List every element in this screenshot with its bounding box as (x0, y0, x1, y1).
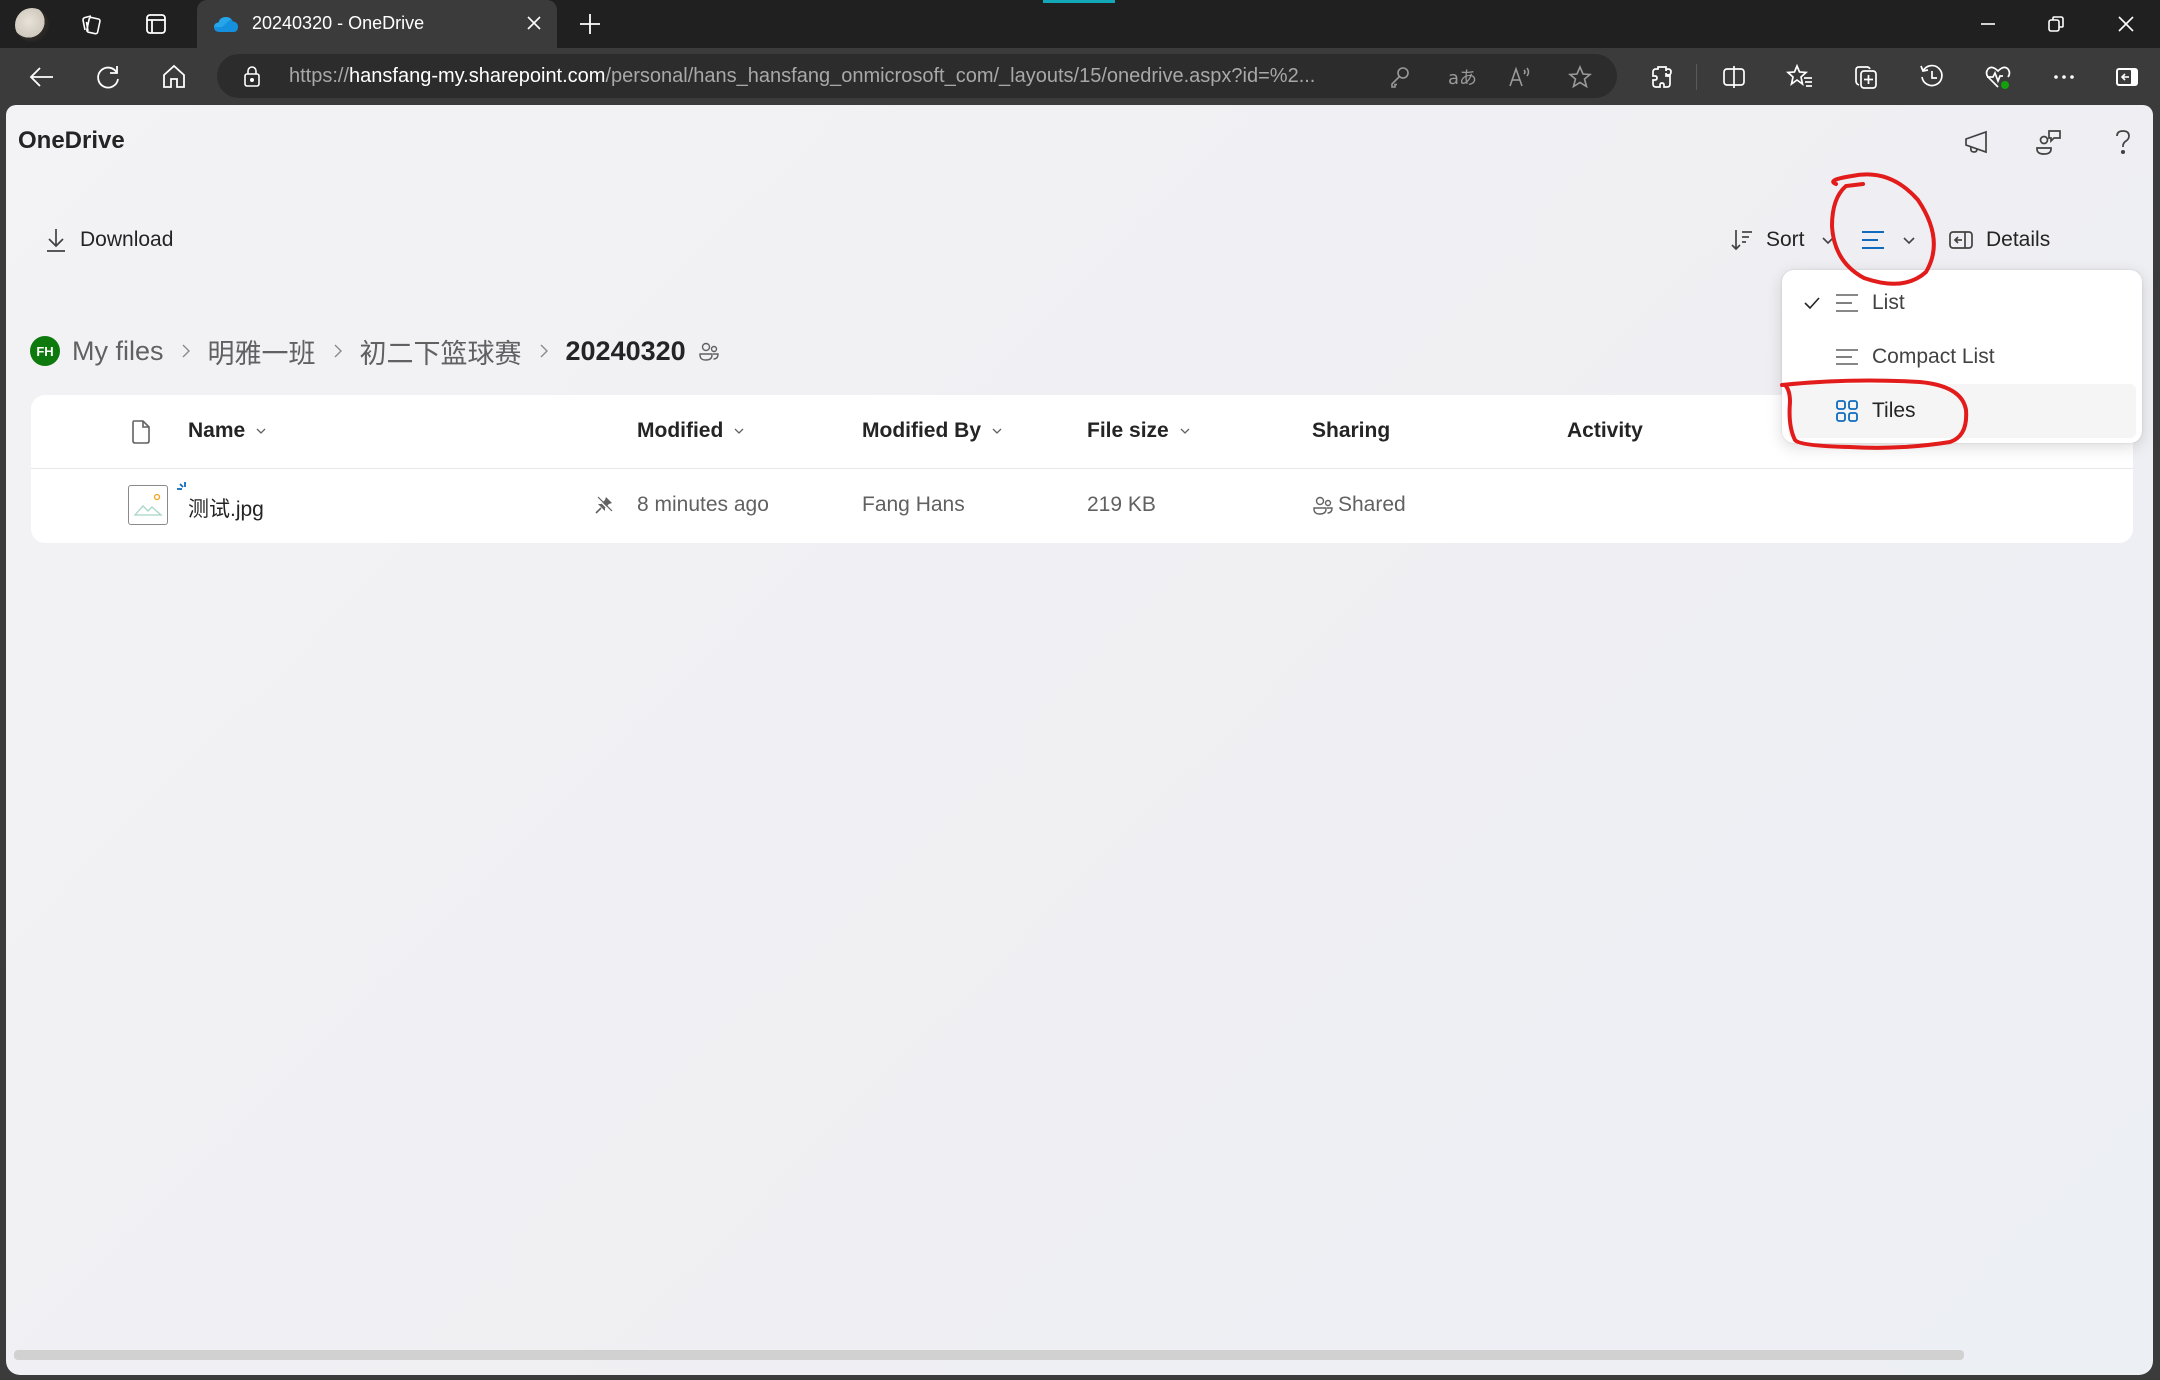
onedrive-cloud-icon (213, 15, 239, 33)
favorites-icon[interactable] (1785, 62, 1815, 92)
horizontal-scrollbar[interactable] (14, 1350, 1964, 1360)
sort-button[interactable]: Sort (1730, 225, 1835, 255)
extensions-icon[interactable] (1647, 62, 1677, 92)
column-header-modified[interactable]: Modified (637, 419, 745, 443)
view-options-menu: List Compact List Tiles (1782, 270, 2142, 443)
split-screen-icon[interactable] (1719, 62, 1749, 92)
active-tab[interactable]: 20240320 - OneDrive (197, 0, 557, 48)
breadcrumb-item-folder[interactable]: 初二下篮球赛 (360, 332, 522, 371)
download-button[interactable]: Download (44, 225, 173, 255)
toolbar-divider (1696, 64, 1697, 90)
password-key-icon[interactable] (1387, 64, 1413, 90)
people-chat-icon[interactable] (2034, 127, 2064, 157)
checkmark-icon (1804, 297, 1820, 310)
image-thumbnail-icon (128, 485, 168, 525)
sharing-status: Shared (1338, 493, 1406, 516)
vertical-tabs-icon[interactable] (142, 10, 170, 38)
menu-item-list[interactable]: List (1788, 276, 2136, 330)
history-icon[interactable] (1917, 62, 1947, 92)
window-drag-indicator (1043, 0, 1115, 3)
view-options-button[interactable] (1860, 225, 1916, 255)
restore-icon[interactable] (2044, 12, 2068, 36)
file-size-cell: 219 KB (1087, 493, 1156, 516)
breadcrumb-item-folder[interactable]: 明雅一班 (208, 332, 316, 371)
details-label: Details (1986, 228, 2051, 251)
chevron-right-icon (334, 344, 342, 358)
modified-cell: 8 minutes ago (637, 493, 769, 516)
breadcrumb: FH My files 明雅一班 初二下篮球赛 20240320 (30, 333, 720, 369)
list-view-icon (1836, 294, 1858, 312)
sort-icon (1731, 230, 1752, 251)
details-button[interactable]: Details (1948, 225, 2050, 255)
more-options-icon[interactable] (2049, 62, 2079, 92)
url-text[interactable]: https://hansfang-my.sharepoint.com/perso… (289, 65, 1315, 88)
file-type-icon[interactable] (131, 419, 151, 445)
chevron-down-icon (1903, 237, 1915, 245)
sort-label: Sort (1766, 228, 1805, 251)
back-icon[interactable] (27, 62, 57, 92)
tiles-grid-icon (1836, 400, 1858, 422)
lock-icon[interactable] (241, 65, 263, 87)
owner-avatar: FH (30, 336, 60, 366)
help-icon[interactable] (2108, 127, 2138, 157)
app-title[interactable]: OneDrive (18, 127, 125, 155)
menu-item-label: Compact List (1872, 345, 1995, 368)
translate-icon[interactable]: aあ (1447, 64, 1481, 90)
chevron-down-icon (1821, 237, 1834, 245)
workspaces-icon[interactable] (78, 10, 106, 38)
menu-item-compact-list[interactable]: Compact List (1788, 330, 2136, 384)
column-header-sharing[interactable]: Sharing (1312, 419, 1390, 443)
breadcrumb-current: 20240320 (565, 335, 686, 366)
minimize-icon[interactable] (1976, 12, 2000, 36)
close-window-icon[interactable] (2114, 12, 2138, 36)
collections-icon[interactable] (1851, 62, 1881, 92)
shared-people-icon[interactable] (698, 340, 720, 362)
table-row[interactable]: 测试.jpg 8 minutes ago Fang Hans 219 KB Sh… (31, 469, 2133, 543)
close-tab-icon[interactable] (523, 12, 545, 34)
home-icon[interactable] (159, 62, 189, 92)
pin-icon[interactable] (594, 495, 614, 515)
column-header-name[interactable]: Name (188, 419, 267, 443)
file-name-cell[interactable]: 测试.jpg (188, 493, 264, 523)
svg-text:aあ: aあ (1448, 68, 1477, 89)
chevron-right-icon (540, 344, 548, 358)
onedrive-page: OneDrive Download Sort Details FH My fil… (6, 105, 2153, 1375)
chevron-down-icon (734, 428, 744, 434)
modified-by-cell[interactable]: Fang Hans (862, 493, 965, 517)
browser-tab-bar: 20240320 - OneDrive (0, 0, 2160, 48)
sharing-cell[interactable]: Shared (1312, 493, 1406, 517)
column-header-activity[interactable]: Activity (1567, 419, 1643, 443)
browser-profile-avatar[interactable] (15, 8, 49, 42)
megaphone-icon[interactable] (1962, 127, 1992, 157)
chevron-down-icon (1180, 428, 1190, 434)
chevron-down-icon (992, 428, 1002, 434)
refresh-icon[interactable] (93, 62, 123, 92)
column-header-file-size[interactable]: File size (1087, 419, 1191, 443)
menu-item-tiles[interactable]: Tiles (1788, 384, 2136, 438)
list-view-icon (1862, 231, 1884, 249)
download-icon (47, 229, 65, 252)
breadcrumb-item-my-files[interactable]: My files (72, 336, 164, 367)
browser-essentials-icon[interactable] (1983, 62, 2013, 92)
new-tab-icon[interactable] (576, 10, 604, 38)
compact-list-icon (1836, 349, 1858, 365)
chevron-right-icon (182, 344, 190, 358)
menu-item-label: Tiles (1872, 399, 1916, 422)
sidebar-toggle-icon[interactable] (2112, 62, 2142, 92)
download-label: Download (80, 228, 174, 251)
read-aloud-icon[interactable] (1507, 64, 1533, 90)
favorite-star-icon[interactable] (1567, 64, 1593, 90)
shared-people-icon (1313, 496, 1333, 515)
tab-title: 20240320 - OneDrive (252, 13, 425, 33)
column-header-modified-by[interactable]: Modified By (862, 419, 1003, 443)
menu-item-label: List (1872, 291, 1905, 314)
address-bar[interactable]: https://hansfang-my.sharepoint.com/perso… (217, 54, 1617, 98)
browser-toolbar: https://hansfang-my.sharepoint.com/perso… (0, 48, 2160, 106)
chevron-down-icon (256, 428, 266, 434)
details-pane-icon (1949, 231, 1973, 249)
file-name[interactable]: 测试.jpg (188, 493, 264, 523)
